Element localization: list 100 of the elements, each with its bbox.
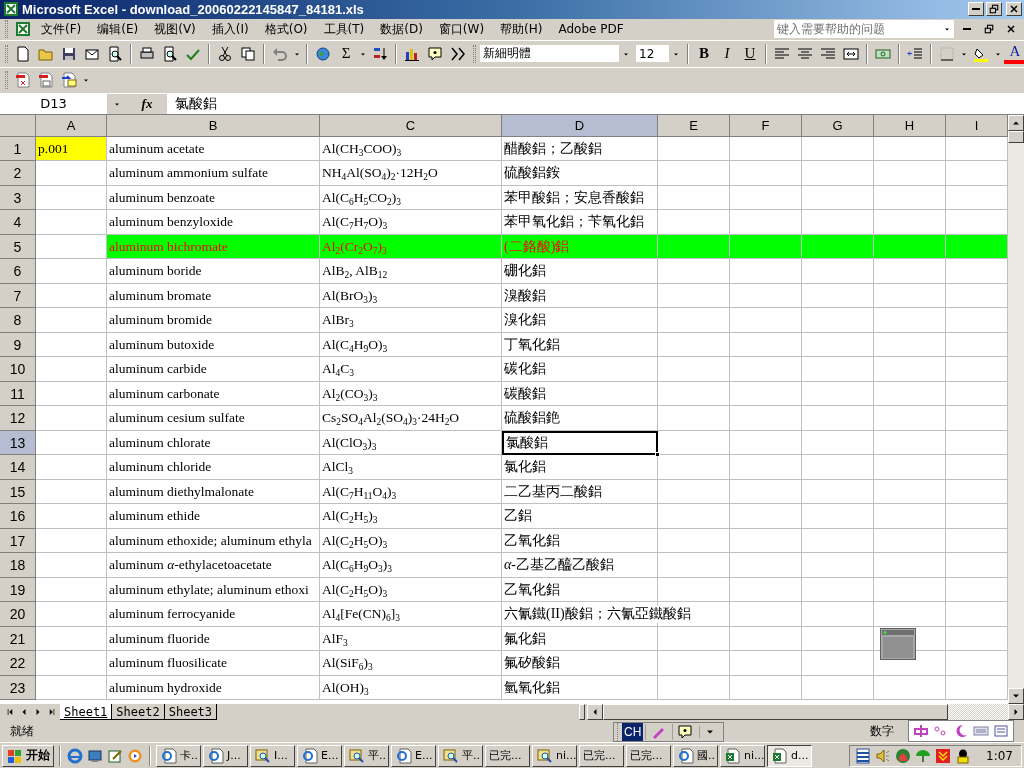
row-header[interactable]: 1 (0, 136, 36, 162)
row-header[interactable]: 11 (0, 381, 36, 407)
column-header[interactable]: H (874, 114, 946, 137)
column-header[interactable]: A (36, 114, 107, 137)
row-header[interactable]: 7 (0, 283, 36, 309)
media-player-icon[interactable] (127, 747, 143, 764)
row-header[interactable]: 21 (0, 626, 36, 652)
row-header[interactable]: 19 (0, 577, 36, 603)
floating-window-icon[interactable] (880, 627, 916, 660)
empty-cell (874, 332, 946, 358)
taskbar-button[interactable]: ni... (532, 744, 577, 767)
underline-button[interactable]: U (739, 42, 761, 65)
desktop-icon[interactable] (87, 747, 103, 764)
taskbar-button[interactable]: 已完... (485, 744, 530, 767)
column-header[interactable]: C (320, 114, 502, 137)
menu-item[interactable]: 窗口(W) (432, 18, 491, 40)
formula-field[interactable]: 氯酸鋁 (167, 93, 1024, 114)
menu-item[interactable]: 数据(D) (374, 18, 429, 40)
row-header[interactable]: 20 (0, 602, 36, 627)
document-icon[interactable] (15, 21, 31, 38)
taskbar-button[interactable]: I... (250, 744, 295, 767)
sheet-tab[interactable]: Sheet3 (164, 704, 218, 721)
help-search-field[interactable]: 键入需要帮助的问题 (774, 20, 940, 39)
sheet-tab[interactable]: Sheet1 (60, 704, 113, 721)
column-header[interactable]: G (802, 114, 874, 137)
name-box[interactable]: D13 (0, 93, 107, 114)
menu-item[interactable]: 文件(F) (35, 18, 88, 40)
help-icon[interactable] (677, 724, 694, 740)
menu-item[interactable]: 视图(V) (148, 18, 202, 40)
taskbar-button[interactable]: 已完... (579, 744, 624, 767)
notepad-icon[interactable] (107, 747, 123, 764)
taskbar-button[interactable]: 卡.. (156, 744, 201, 767)
row-header[interactable]: 3 (0, 185, 36, 211)
taskbar-button[interactable]: 已完... (626, 744, 671, 767)
taskbar-button[interactable]: ni... (720, 744, 765, 767)
taskbar-button[interactable]: 國.. (673, 744, 718, 767)
taskbar-button[interactable]: E... (297, 744, 342, 767)
table-cell: Al$_{4}$[Fe(CN)$_{6}$]$_{3}$ (322, 606, 400, 623)
row-header[interactable]: 18 (0, 553, 36, 578)
row-header[interactable]: 15 (0, 479, 36, 505)
column-header[interactable]: D (502, 114, 658, 137)
minimize-button[interactable] (968, 2, 984, 17)
row-header[interactable]: 6 (0, 259, 36, 284)
menu-item[interactable]: 格式(O) (258, 18, 314, 40)
row-header[interactable]: 17 (0, 528, 36, 554)
font-size-field[interactable]: 12 (636, 45, 669, 63)
row-header[interactable]: 2 (0, 161, 36, 186)
menu-item[interactable]: 工具(T) (317, 18, 371, 40)
active-cell[interactable]: 氯酸鋁 (502, 430, 658, 456)
column-header[interactable]: B (107, 114, 320, 137)
house-icon[interactable] (895, 747, 912, 764)
row-header[interactable]: 12 (0, 406, 36, 431)
row-header[interactable]: 23 (0, 675, 36, 701)
browser-icon[interactable] (67, 747, 83, 764)
taskbar-button[interactable]: E... (391, 744, 436, 767)
taskbar-button[interactable]: J... (203, 744, 248, 767)
sum-button[interactable]: Σ (335, 42, 357, 65)
column-header[interactable]: I (946, 114, 1008, 137)
fill-handle[interactable] (655, 452, 660, 458)
row-header[interactable]: 9 (0, 332, 36, 358)
column-header[interactable]: E (658, 114, 730, 137)
menu-item[interactable]: 帮助(H) (494, 18, 549, 40)
select-all-button[interactable] (0, 114, 36, 137)
start-button[interactable]: 开始 (2, 744, 54, 767)
taskbar-button[interactable]: 平.. (438, 744, 483, 767)
row-header[interactable]: 13 (0, 430, 36, 456)
taskbar-button[interactable]: 平.. (344, 744, 389, 767)
vertical-scrollbar[interactable] (1008, 114, 1024, 705)
horizontal-scrollbar[interactable] (587, 704, 1024, 721)
taskbar-button[interactable]: d... (767, 744, 812, 767)
speaker-icon[interactable] (875, 747, 892, 764)
column-header[interactable]: F (730, 114, 802, 137)
row-header[interactable]: 14 (0, 455, 36, 480)
tab-split-handle[interactable] (579, 704, 586, 721)
row-header[interactable]: 16 (0, 504, 36, 529)
scroll-thumb[interactable] (603, 704, 948, 721)
network-icon[interactable] (855, 747, 872, 764)
align-left-icon (774, 45, 790, 62)
row-header[interactable]: 10 (0, 357, 36, 382)
close-button[interactable] (1006, 2, 1022, 17)
sheet-tab[interactable]: Sheet2 (112, 704, 165, 721)
table-cell: (二鉻酸)鋁 (504, 238, 571, 256)
menu-item[interactable]: Adobe PDF (552, 20, 630, 39)
download-icon[interactable] (935, 747, 952, 764)
save-icon (61, 45, 77, 62)
restore-button[interactable] (986, 2, 1002, 17)
language-button[interactable]: CH (622, 723, 644, 741)
bold-button[interactable]: B (693, 42, 715, 65)
font-field[interactable]: 新細明體 (480, 45, 619, 63)
umbrella-icon[interactable] (915, 747, 932, 764)
row-header[interactable]: 22 (0, 651, 36, 676)
row-header[interactable]: 4 (0, 210, 36, 235)
menu-item[interactable]: 编辑(E) (91, 18, 145, 40)
row-header[interactable]: 5 (0, 234, 36, 260)
penguin-icon[interactable] (955, 747, 972, 764)
chinese-input-icon[interactable] (913, 723, 929, 740)
italic-button[interactable]: I (716, 42, 738, 65)
row-header[interactable]: 8 (0, 308, 36, 333)
font-color-button[interactable]: A (1004, 43, 1024, 64)
menu-item[interactable]: 插入(I) (205, 18, 255, 40)
